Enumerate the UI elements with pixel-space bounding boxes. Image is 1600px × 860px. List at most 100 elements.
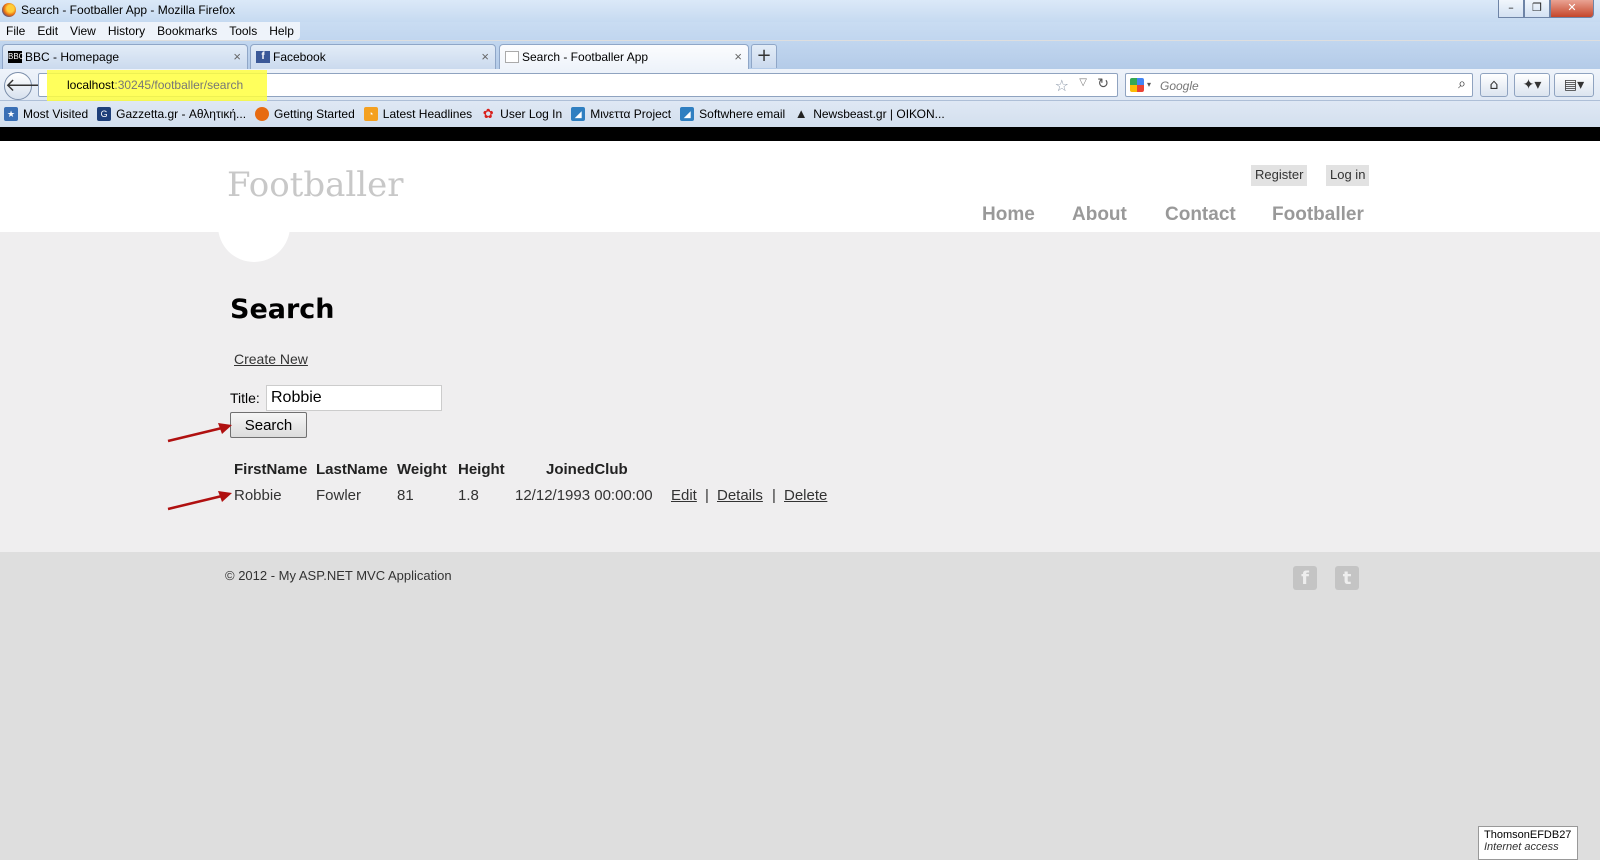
address-bar[interactable]: localhost:30245/footballer/search ☆ ▽ ↻ [38,70,1118,101]
firefox-icon [255,107,270,121]
search-icon[interactable]: ⌕ [1458,76,1466,92]
annotation-arrow-search [167,423,232,443]
bookmark-star-icon[interactable]: ☆ [1055,76,1069,95]
column-header-lastname: LastName [316,461,388,478]
action-separator: | [705,487,709,504]
minetta-icon: ◢ [571,107,586,121]
bookmark-label: Getting Started [274,107,355,121]
column-header-weight: Weight [397,461,447,478]
back-button[interactable]: 🡐 [4,72,53,100]
bookmarks-menu-button[interactable]: ▤▾ [1554,73,1594,97]
home-button[interactable]: ⌂ [1480,73,1508,97]
tab-search-footballer[interactable]: Search - Footballer App × [499,44,749,70]
menu-help[interactable]: Help [269,24,294,38]
column-header-firstname: FirstName [234,461,308,478]
nav-home[interactable]: Home [982,204,1035,226]
navigation-toolbar: 🡐 localhost:30245/footballer/search ☆ ▽ … [0,69,1600,101]
close-window-icon[interactable]: ✕ [1550,0,1594,18]
site-title[interactable]: Footballer [227,165,404,205]
delete-link[interactable]: Delete [784,487,827,504]
tab-close-icon[interactable]: × [233,49,241,64]
register-link[interactable]: Register [1251,165,1308,186]
bookmark-minetta[interactable]: ◢ Μινεττα Project [571,107,671,121]
search-button[interactable]: Search [230,412,307,438]
bookmark-latest-headlines[interactable]: ◔ Latest Headlines [363,107,473,121]
facebook-icon: f [256,51,270,63]
bookmark-label: Μινεττα Project [590,107,672,121]
tab-close-icon[interactable]: × [734,49,742,64]
annotation-arrow-result [167,491,232,511]
tab-label: Facebook [273,50,326,64]
reload-icon[interactable]: ↻ [1097,76,1109,92]
menu-bookmarks[interactable]: Bookmarks [157,24,217,38]
google-icon[interactable] [1130,78,1144,92]
menu-view[interactable]: View [70,24,96,38]
title-search-input[interactable] [266,385,442,411]
bookmarks-toolbar: ★ Most Visited G Gazzetta.gr - Αθλητική...… [0,101,1600,127]
copyright-text: © 2012 - My ASP.NET MVC Application [225,568,452,583]
restore-icon[interactable]: ❐ [1524,0,1550,18]
bookmark-gazzetta[interactable]: G Gazzetta.gr - Αθλητική... [97,107,246,121]
most-visited-icon: ★ [4,107,18,121]
nav-contact[interactable]: Contact [1165,204,1236,226]
minimize-icon[interactable]: – [1498,0,1524,18]
title-label: Title: [230,390,260,406]
facebook-icon[interactable]: f [1293,566,1317,590]
softwhere-icon: ◢ [680,107,695,121]
edit-link[interactable]: Edit [671,487,697,504]
bbc-icon: BBC [8,51,25,63]
site-footer: © 2012 - My ASP.NET MVC Application f t [0,552,1600,860]
newsbeast-icon: ▲ [794,106,808,121]
create-new-link[interactable]: Create New [234,351,308,367]
url-dropdown-icon[interactable]: ▽ [1079,77,1087,88]
search-engine-bar[interactable]: ▾ Google ⌕ [1125,73,1473,97]
cell-joinedclub: 12/12/1993 00:00:00 [515,487,653,504]
bookmark-label: Latest Headlines [382,107,473,121]
bookmark-label: User Log In [500,107,563,121]
page-icon [505,51,519,63]
nav-about[interactable]: About [1072,204,1127,226]
chevron-down-icon[interactable]: ▾ [1147,80,1151,89]
bookmark-user-log-in[interactable]: ✿ User Log In [481,106,563,122]
new-tab-button[interactable]: + [751,44,777,68]
action-separator: | [772,487,776,504]
rss-icon: ◔ [363,107,378,121]
search-engine-placeholder: Google [1160,79,1199,93]
twitter-icon[interactable]: t [1335,566,1359,590]
addon-button[interactable]: ✦▾ [1514,73,1550,97]
bookmark-newsbeast[interactable]: ▲ Newsbeast.gr | ΟΙΚΟΝ... [794,106,945,122]
site-header: Footballer Register Log in Home About Co… [0,141,1600,232]
tab-bbc[interactable]: BBC BBC - Homepage × [2,44,248,69]
cell-height: 1.8 [458,487,479,504]
url-text[interactable]: localhost:30245/footballer/search [67,78,243,92]
main-content: Search Create New Title: Search FirstNam… [0,232,1600,552]
nav-footballer[interactable]: Footballer [1272,204,1364,226]
bookmark-label: Gazzetta.gr - Αθλητική... [116,107,247,121]
flower-icon: ✿ [482,106,494,121]
menu-tools[interactable]: Tools [229,24,257,38]
cell-lastname: Fowler [316,487,362,504]
tab-label: BBC - Homepage [25,50,120,64]
menu-history[interactable]: History [108,24,145,38]
bookmark-softwhere[interactable]: ◢ Softwhere email [680,107,785,121]
menu-bar: File Edit View History Bookmarks Tools H… [0,22,300,40]
tab-close-icon[interactable]: × [481,49,489,64]
network-status: Internet access [1484,841,1559,853]
firefox-icon [2,3,16,17]
column-header-height: Height [458,461,505,478]
tab-facebook[interactable]: f Facebook × [250,44,496,69]
bookmark-most-visited[interactable]: ★ Most Visited [4,107,88,121]
details-link[interactable]: Details [717,487,763,504]
login-link[interactable]: Log in [1326,165,1370,186]
gazzetta-icon: G [97,107,112,121]
cell-firstname: Robbie [234,487,282,504]
cell-weight: 81 [397,487,414,504]
menu-edit[interactable]: Edit [37,24,58,38]
network-name: ThomsonEFDB27 [1484,829,1572,841]
url-host: localhost [67,78,115,92]
window-title: Search - Footballer App - Mozilla Firefo… [21,3,236,17]
bookmark-getting-started[interactable]: Getting Started [255,107,355,121]
menu-file[interactable]: File [6,24,25,38]
tab-label: Search - Footballer App [522,50,649,64]
url-path: :30245/footballer/search [114,78,244,92]
